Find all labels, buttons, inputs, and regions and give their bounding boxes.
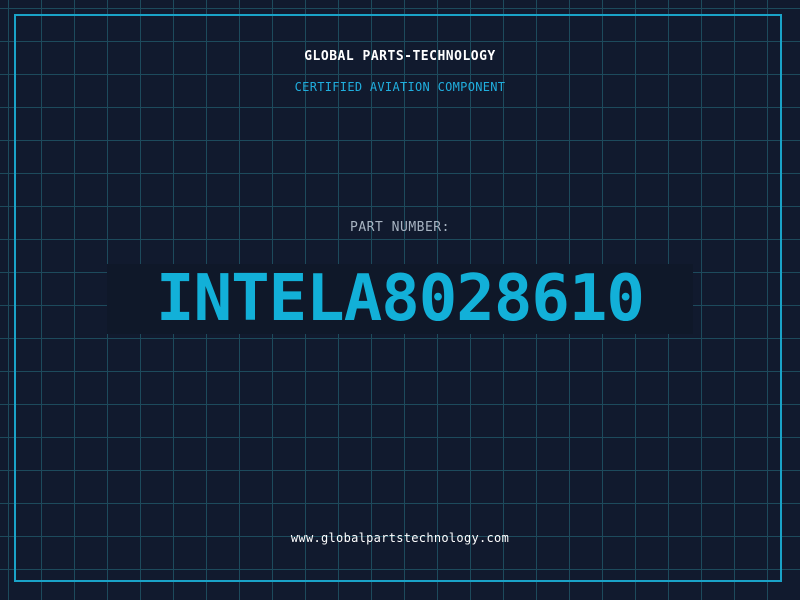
part-number-value: INTELA8028610 bbox=[156, 262, 645, 336]
part-number-label: PART NUMBER: bbox=[350, 220, 450, 235]
website-url[interactable]: www.globalpartstechnology.com bbox=[0, 531, 800, 545]
company-title: GLOBAL PARTS-TECHNOLOGY bbox=[304, 49, 496, 64]
certification-subtitle: CERTIFIED AVIATION COMPONENT bbox=[294, 80, 506, 94]
